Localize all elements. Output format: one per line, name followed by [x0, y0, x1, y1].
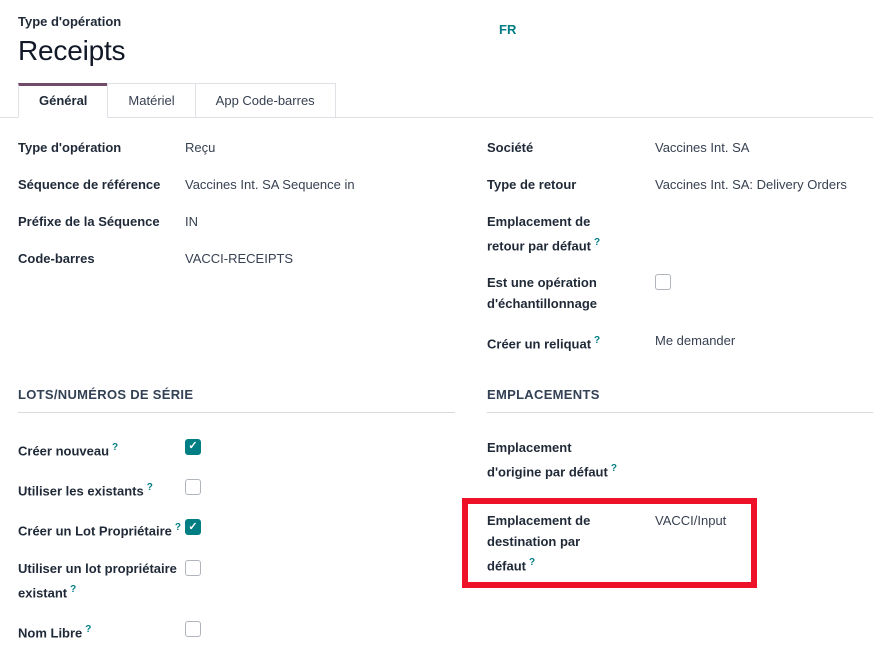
field-label: Utiliser les existants: [18, 483, 144, 498]
help-icon[interactable]: ?: [70, 584, 76, 595]
field-is-sampling: Est une opération d'échantillonnage ✓: [487, 272, 873, 314]
fields-area: Type d'opération Reçu Séquence de référe…: [18, 137, 871, 371]
company-value[interactable]: Vaccines Int. SA: [655, 137, 873, 158]
default-return-location-value[interactable]: [655, 211, 873, 232]
sequence-prefix-value[interactable]: IN: [185, 211, 455, 232]
help-icon[interactable]: ?: [112, 442, 118, 453]
field-company: Société Vaccines Int. SA: [487, 137, 873, 158]
field-label: Code-barres: [18, 251, 95, 266]
field-create-owner-lot: Créer un Lot Propriétaire? ✓: [18, 517, 455, 541]
tab-bar: Général Matériel App Code-barres: [0, 83, 873, 118]
tab-materiel[interactable]: Matériel: [107, 83, 195, 118]
help-icon[interactable]: ?: [529, 557, 535, 568]
field-label: Emplacement de destination par défaut: [487, 513, 590, 573]
operation-type-value[interactable]: Reçu: [185, 137, 455, 158]
tab-content-general: Type d'opération Reçu Séquence de référe…: [0, 118, 873, 659]
fields-column-left: Type d'opération Reçu Séquence de référe…: [18, 137, 455, 371]
section-divider: [487, 412, 873, 413]
reference-sequence-value[interactable]: Vaccines Int. SA Sequence in: [185, 174, 455, 195]
field-operation-type: Type d'opération Reçu: [18, 137, 455, 158]
field-label: Créer un Lot Propriétaire: [18, 524, 172, 539]
create-owner-lot-checkbox[interactable]: ✓: [185, 519, 201, 535]
page-title: Receipts: [18, 34, 855, 68]
field-use-existing-owner-lot: Utiliser un lot propriétaire existant? ✓: [18, 558, 455, 603]
field-label: Est une opération d'échantillonnage: [487, 275, 597, 311]
field-label: Type d'opération: [18, 140, 121, 155]
field-label: Emplacement d'origine par défaut: [487, 440, 608, 479]
field-label: Créer un reliquat: [487, 337, 591, 352]
field-sequence-prefix: Préfixe de la Séquence IN: [18, 211, 455, 232]
form-header: Type d'opération Receipts FR: [0, 0, 873, 68]
field-return-type: Type de retour Vaccines Int. SA: Deliver…: [487, 174, 873, 195]
field-label: Préfixe de la Séquence: [18, 214, 160, 229]
field-label: Créer nouveau: [18, 443, 109, 458]
help-icon[interactable]: ?: [147, 482, 153, 493]
field-default-dest-location-highlight-box: Emplacement de destination par défaut? V…: [462, 498, 757, 588]
field-label: Emplacement de retour par défaut: [487, 214, 591, 253]
field-create-new: Créer nouveau? ✓: [18, 437, 455, 461]
field-create-backorder: Créer un reliquat? Me demander: [487, 330, 873, 354]
help-icon[interactable]: ?: [611, 463, 617, 474]
barcode-value[interactable]: VACCI-RECEIPTS: [185, 248, 455, 269]
use-existing-checkbox[interactable]: ✓: [185, 479, 201, 495]
sections-area: LOTS/NUMÉROS DE SÉRIE Créer nouveau? ✓ U…: [18, 385, 871, 659]
field-reference-sequence: Séquence de référence Vaccines Int. SA S…: [18, 174, 455, 195]
operation-type-form: Type d'opération Receipts FR Général Mat…: [0, 0, 873, 659]
section-divider: [18, 412, 455, 413]
return-type-value[interactable]: Vaccines Int. SA: Delivery Orders: [655, 174, 873, 195]
section-emplacements: EMPLACEMENTS Emplacement d'origine par d…: [487, 385, 873, 659]
use-existing-owner-lot-checkbox[interactable]: ✓: [185, 560, 201, 576]
field-label: Séquence de référence: [18, 177, 160, 192]
create-new-checkbox[interactable]: ✓: [185, 439, 201, 455]
section-title-lots: LOTS/NUMÉROS DE SÉRIE: [18, 385, 455, 405]
check-icon: ✓: [188, 441, 197, 452]
check-icon: ✓: [188, 522, 197, 533]
tab-general[interactable]: Général: [18, 83, 108, 118]
section-lots: LOTS/NUMÉROS DE SÉRIE Créer nouveau? ✓ U…: [18, 385, 455, 659]
field-label: Utiliser un lot propriétaire existant: [18, 561, 177, 600]
field-label: Type de retour: [487, 177, 576, 192]
field-use-existing: Utiliser les existants? ✓: [18, 477, 455, 501]
breadcrumb: Type d'opération: [18, 13, 855, 31]
field-barcode: Code-barres VACCI-RECEIPTS: [18, 248, 455, 269]
field-label: Société: [487, 140, 533, 155]
fields-column-right: Société Vaccines Int. SA Type de retour …: [487, 137, 873, 371]
tab-app-code-barres[interactable]: App Code-barres: [195, 83, 336, 118]
help-icon[interactable]: ?: [175, 522, 181, 533]
is-sampling-checkbox[interactable]: ✓: [655, 274, 671, 290]
field-label: Nom Libre: [18, 625, 82, 640]
help-icon[interactable]: ?: [85, 624, 91, 635]
section-title-emplacements: EMPLACEMENTS: [487, 385, 873, 405]
field-default-source-location: Emplacement d'origine par défaut?: [487, 437, 873, 482]
default-dest-location-value[interactable]: VACCI/Input: [655, 510, 743, 531]
default-source-location-value[interactable]: [655, 437, 873, 458]
create-backorder-value[interactable]: Me demander: [655, 330, 873, 351]
free-name-checkbox[interactable]: ✓: [185, 621, 201, 637]
field-free-name: Nom Libre? ✓: [18, 619, 455, 643]
help-icon[interactable]: ?: [594, 335, 600, 346]
help-icon[interactable]: ?: [594, 237, 600, 248]
field-default-return-location: Emplacement de retour par défaut?: [487, 211, 873, 256]
translation-badge[interactable]: FR: [499, 22, 516, 37]
